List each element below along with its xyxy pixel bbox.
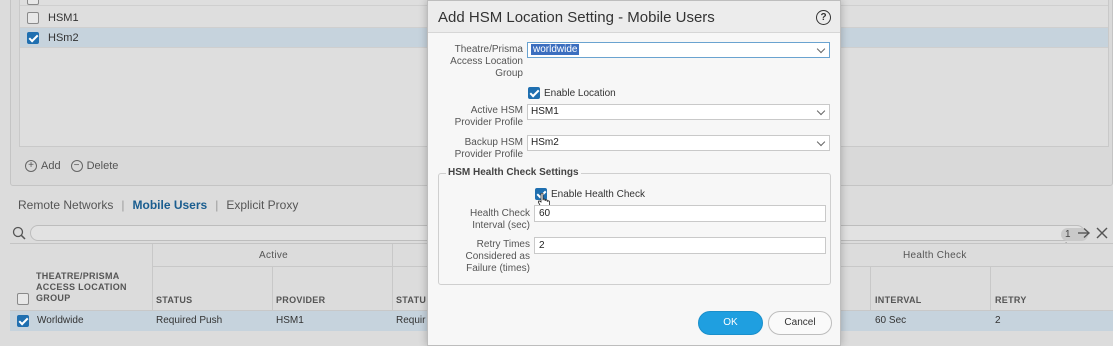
tab-separator: | <box>215 198 219 212</box>
section-tabs: Remote Networks | Mobile Users | Explici… <box>18 198 298 212</box>
row-checkbox[interactable] <box>27 11 39 24</box>
retry-value: 2 <box>539 240 545 251</box>
select-all-checkbox[interactable] <box>27 0 39 5</box>
list-actions: + Add − Delete <box>25 160 118 172</box>
active-profile-select[interactable]: HSM1 <box>527 104 830 120</box>
column-divider <box>870 266 871 310</box>
location-group-value: worldwide <box>531 44 580 55</box>
column-divider <box>392 244 393 310</box>
column-divider <box>990 266 991 310</box>
dialog-header: Add HSM Location Setting - Mobile Users … <box>428 1 840 33</box>
select-all-checkbox[interactable] <box>17 293 29 305</box>
location-group-label: Theatre/Prisma Access Location Group <box>450 44 523 79</box>
cell-status-backup: Requir <box>396 315 426 326</box>
backup-profile-label: Backup HSM Provider Profile <box>454 137 523 160</box>
enable-location-checkbox[interactable] <box>528 87 540 99</box>
column-divider <box>152 244 153 310</box>
interval-value: 60 <box>539 208 551 219</box>
delete-icon[interactable]: − <box>70 160 83 172</box>
search-icon[interactable] <box>12 226 26 240</box>
group-header-health-check: Health Check <box>903 250 967 261</box>
column-header-provider[interactable]: PROVIDER <box>276 295 325 305</box>
column-divider <box>272 266 273 310</box>
chevron-down-icon <box>816 106 826 116</box>
background: HSM1 HSm2 + Add − Delete Remote Networks… <box>0 0 1113 346</box>
backup-profile-select[interactable]: HSm2 <box>527 135 830 151</box>
health-check-section-title: HSM Health Check Settings <box>446 167 581 178</box>
column-header-theatre[interactable]: THEATRE/PRISMA ACCESS LOCATION GROUP <box>36 271 136 304</box>
add-icon[interactable]: + <box>25 160 37 172</box>
list-item-name: HSM1 <box>48 11 79 24</box>
retry-label: Retry Times Considered as Failure (times… <box>465 239 530 274</box>
ok-button[interactable]: OK <box>698 311 763 335</box>
column-header-status[interactable]: STATUS <box>156 295 192 305</box>
interval-label: Health Check Interval (sec) <box>469 208 530 231</box>
arrow-right-icon[interactable] <box>1077 227 1091 239</box>
tab-explicit-proxy[interactable]: Explicit Proxy <box>226 198 298 212</box>
chevron-down-icon <box>816 137 826 147</box>
row-checkbox[interactable] <box>17 315 29 327</box>
active-profile-value: HSM1 <box>531 106 559 117</box>
active-profile-label: Active HSM Provider Profile <box>454 105 523 128</box>
dialog-title: Add HSM Location Setting - Mobile Users <box>438 9 715 26</box>
tab-separator: | <box>121 198 125 212</box>
cell-theatre: Worldwide <box>37 315 84 326</box>
enable-location-row[interactable]: Enable Location <box>528 87 616 99</box>
tab-mobile-users[interactable]: Mobile Users <box>133 198 208 212</box>
chevron-down-icon <box>816 44 826 54</box>
cell-provider: HSM1 <box>276 315 304 326</box>
backup-profile-value: HSm2 <box>531 137 559 148</box>
list-item-name: HSm2 <box>48 31 79 44</box>
interval-input[interactable]: 60 <box>534 205 826 222</box>
enable-health-check-row[interactable]: Enable Health Check <box>535 188 645 200</box>
cancel-button[interactable]: Cancel <box>768 311 832 335</box>
enable-health-check-label: Enable Health Check <box>551 188 645 200</box>
enable-location-label: Enable Location <box>544 87 616 99</box>
add-button[interactable]: Add <box>41 160 61 172</box>
clear-icon[interactable] <box>1096 227 1108 239</box>
delete-button[interactable]: Delete <box>87 160 119 172</box>
tab-remote-networks[interactable]: Remote Networks <box>18 198 113 212</box>
row-checkbox[interactable] <box>27 31 39 44</box>
cell-interval: 60 Sec <box>875 315 907 326</box>
group-header-active: Active <box>259 250 289 261</box>
column-header-interval[interactable]: INTERVAL <box>875 295 922 305</box>
column-header-status-backup[interactable]: STATU <box>396 295 426 305</box>
column-header-retry[interactable]: RETRY <box>995 295 1027 305</box>
add-hsm-location-dialog: Add HSM Location Setting - Mobile Users … <box>427 0 841 346</box>
location-group-select[interactable]: worldwide <box>527 42 830 58</box>
help-icon[interactable]: ? <box>816 10 831 25</box>
cell-status: Required Push <box>156 315 223 326</box>
retry-input[interactable]: 2 <box>534 237 826 254</box>
cell-retry: 2 <box>995 315 1001 326</box>
